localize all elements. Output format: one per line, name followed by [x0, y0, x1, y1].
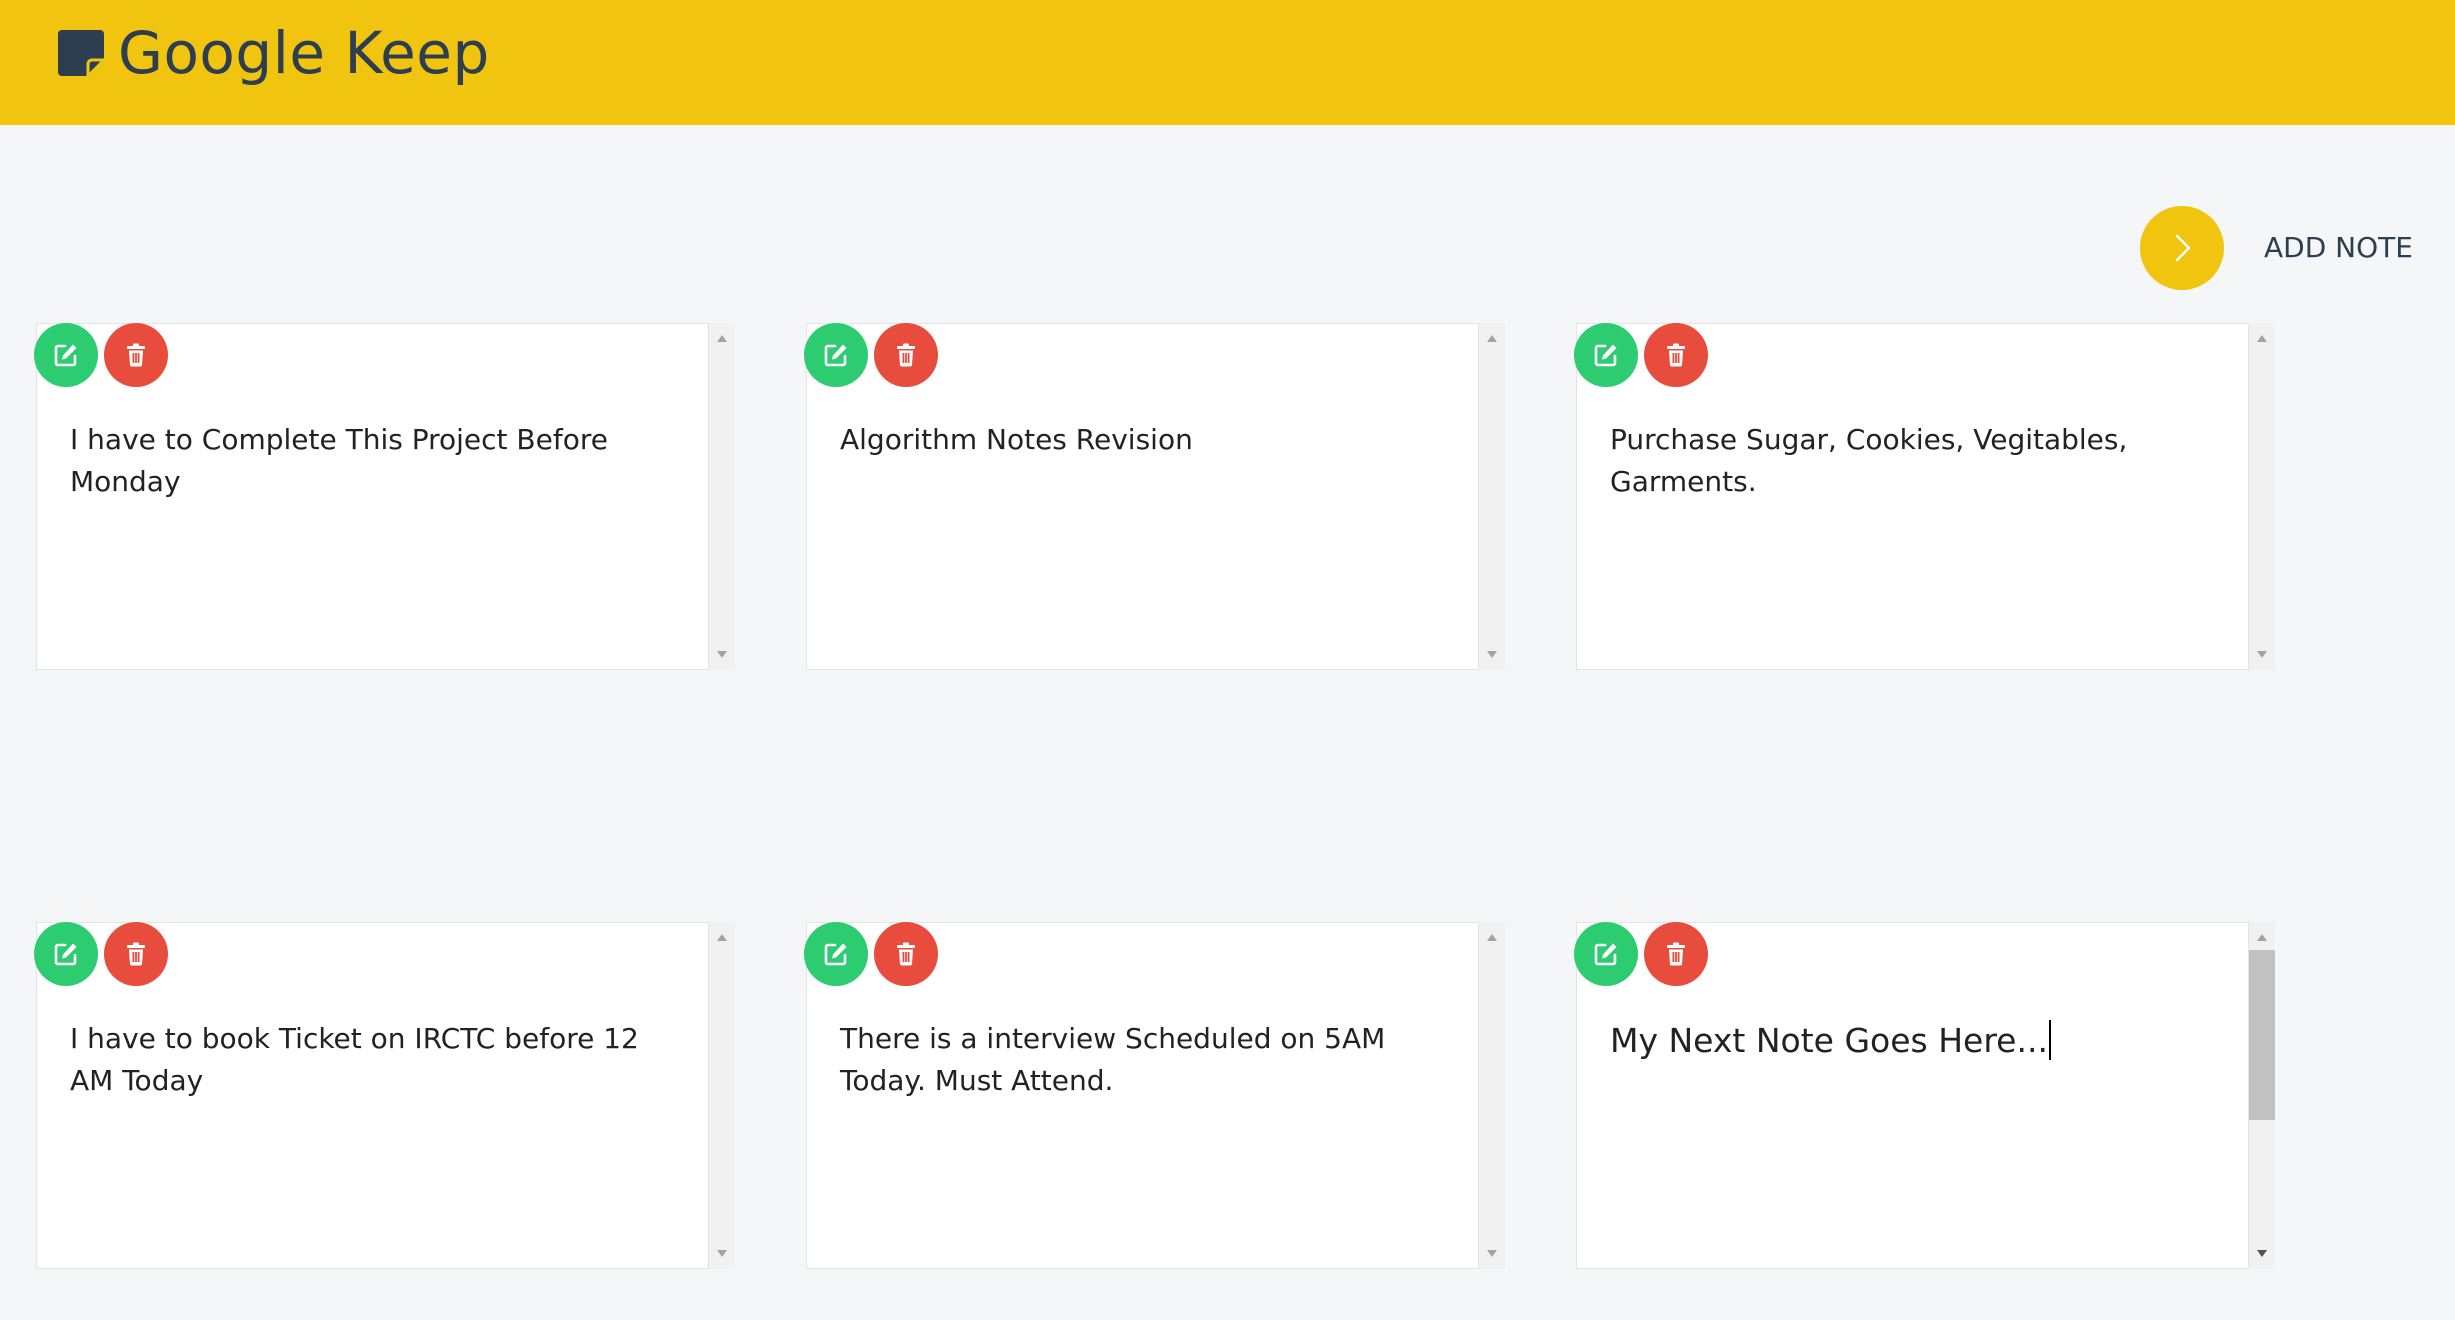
trash-icon	[127, 343, 145, 367]
note-scrollbar[interactable]	[1479, 323, 1505, 670]
delete-note-button[interactable]	[104, 323, 168, 387]
app-header: Google Keep	[0, 0, 2455, 125]
note-text[interactable]: There is a interview Scheduled on 5AM To…	[840, 1018, 1460, 1102]
note-scrollbar[interactable]	[2249, 323, 2275, 670]
note-card: Purchase Sugar, Cookies, Vegitables, Gar…	[1574, 323, 2276, 670]
delete-note-button[interactable]	[104, 922, 168, 986]
note-text-value: My Next Note Goes Here...	[1610, 1021, 2048, 1060]
edit-note-button[interactable]	[804, 922, 868, 986]
edit-icon	[824, 344, 847, 367]
note-scrollbar[interactable]	[1479, 922, 1505, 1269]
delete-note-button[interactable]	[1644, 922, 1708, 986]
note-card: Algorithm Notes Revision	[804, 323, 1506, 670]
app-title: Google Keep	[118, 19, 490, 87]
note-card: I have to book Ticket on IRCTC before 12…	[34, 922, 736, 1269]
trash-icon	[1667, 942, 1685, 966]
scroll-up-icon[interactable]	[717, 335, 727, 342]
sticky-note-icon	[58, 30, 104, 76]
note-scrollbar[interactable]	[709, 323, 735, 670]
scroll-up-icon[interactable]	[2257, 934, 2267, 941]
edit-note-button[interactable]	[34, 323, 98, 387]
note-card: I have to Complete This Project Before M…	[34, 323, 736, 670]
edit-icon	[1594, 344, 1617, 367]
note-card: There is a interview Scheduled on 5AM To…	[804, 922, 1506, 1269]
note-text[interactable]: Algorithm Notes Revision	[840, 419, 1460, 461]
edit-icon	[54, 344, 77, 367]
scroll-up-icon[interactable]	[1487, 934, 1497, 941]
text-caret	[2048, 1020, 2051, 1060]
delete-note-button[interactable]	[874, 922, 938, 986]
note-text[interactable]: I have to Complete This Project Before M…	[70, 419, 690, 503]
edit-note-button[interactable]	[1574, 922, 1638, 986]
note-scrollbar[interactable]	[2249, 922, 2275, 1269]
trash-icon	[897, 942, 915, 966]
note-text-input[interactable]: My Next Note Goes Here...	[1610, 1018, 2230, 1064]
edit-icon	[54, 943, 77, 966]
delete-note-button[interactable]	[874, 323, 938, 387]
note-card-editing: My Next Note Goes Here...	[1574, 922, 2276, 1269]
trash-icon	[127, 942, 145, 966]
edit-note-button[interactable]	[34, 922, 98, 986]
scroll-down-icon[interactable]	[717, 651, 727, 658]
edit-icon	[1594, 943, 1617, 966]
scroll-up-icon[interactable]	[2257, 335, 2267, 342]
trash-icon	[1667, 343, 1685, 367]
delete-note-button[interactable]	[1644, 323, 1708, 387]
trash-icon	[897, 343, 915, 367]
scroll-down-icon[interactable]	[1487, 1250, 1497, 1257]
scroll-down-icon[interactable]	[717, 1250, 727, 1257]
note-text[interactable]: I have to book Ticket on IRCTC before 12…	[70, 1018, 690, 1102]
edit-icon	[824, 943, 847, 966]
scrollbar-thumb[interactable]	[2249, 950, 2275, 1120]
scroll-up-icon[interactable]	[1487, 335, 1497, 342]
scroll-down-icon[interactable]	[2257, 651, 2267, 658]
add-note-button[interactable]	[2140, 206, 2224, 290]
scroll-down-icon[interactable]	[2257, 1250, 2267, 1257]
scroll-down-icon[interactable]	[1487, 651, 1497, 658]
note-text[interactable]: Purchase Sugar, Cookies, Vegitables, Gar…	[1610, 419, 2230, 503]
add-note-label: ADD NOTE	[2264, 231, 2413, 264]
scroll-up-icon[interactable]	[717, 934, 727, 941]
note-scrollbar[interactable]	[709, 922, 735, 1269]
chevron-right-icon	[2175, 234, 2191, 262]
edit-note-button[interactable]	[804, 323, 868, 387]
edit-note-button[interactable]	[1574, 323, 1638, 387]
